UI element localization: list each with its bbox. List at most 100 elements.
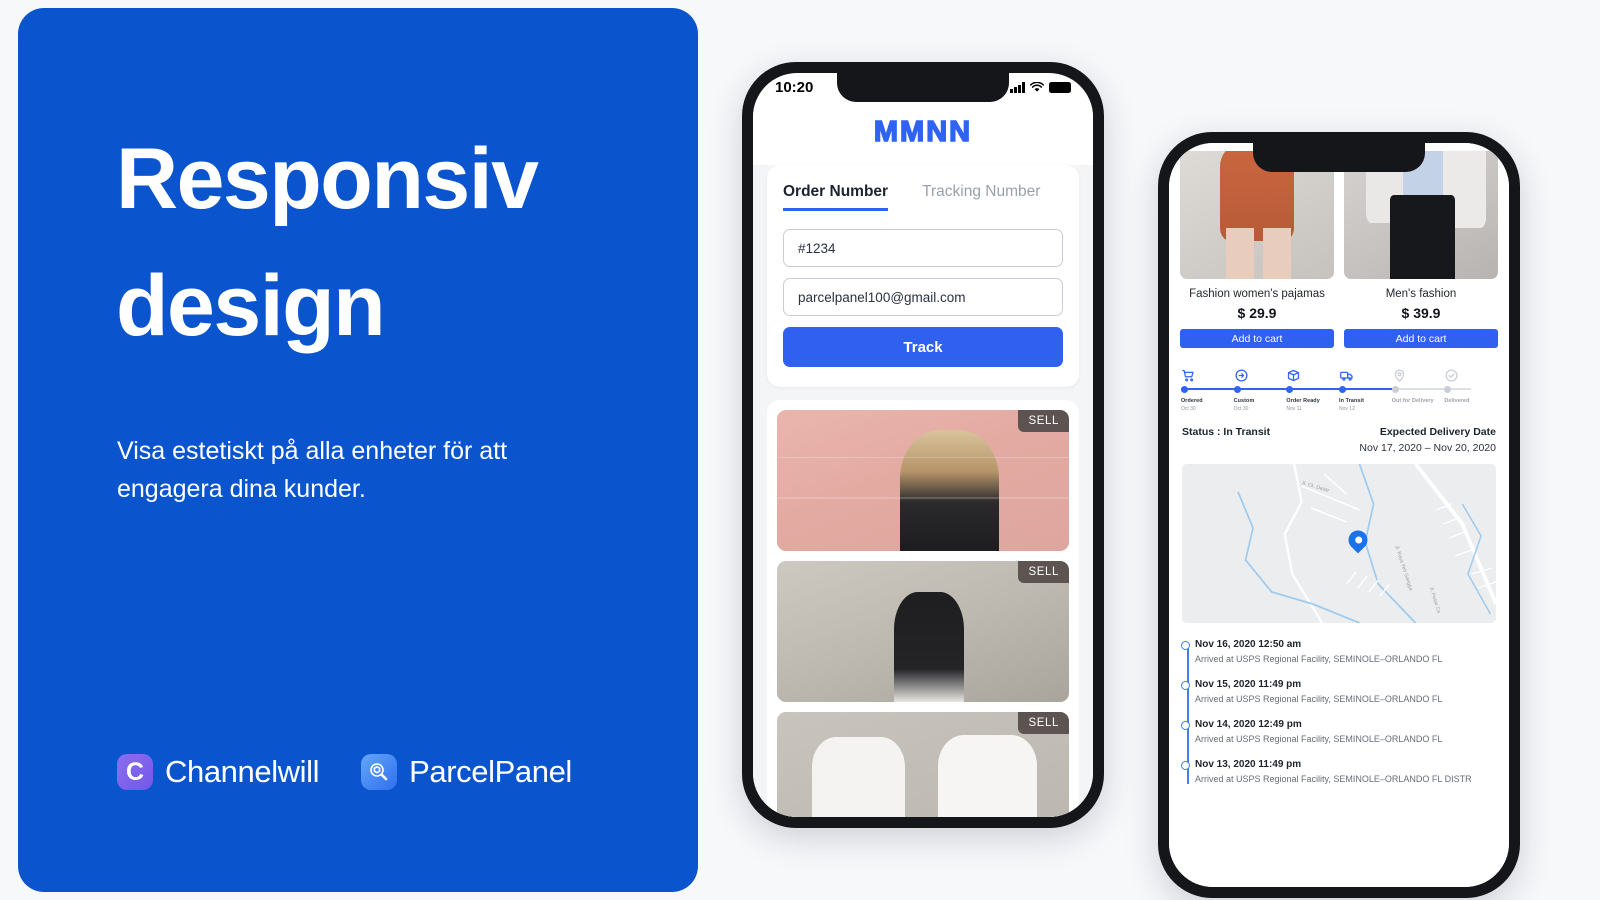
tab-tracking-number[interactable]: Tracking Number xyxy=(922,183,1040,211)
step-custom: Custom Oct 30 xyxy=(1233,364,1287,412)
expected-delivery-range: Nov 17, 2020 – Nov 20, 2020 xyxy=(1359,441,1496,454)
step-dot xyxy=(1391,385,1399,393)
phone-two-screen: Fashion women's pajamas $ 29.9 Add to ca… xyxy=(1169,143,1509,887)
step-ordered: Ordered Oct 30 xyxy=(1181,364,1234,412)
store-logo: MMNN xyxy=(753,102,1093,165)
box-icon xyxy=(1286,364,1339,383)
signal-icon xyxy=(1010,82,1025,93)
page-title: Responsiv design xyxy=(116,131,539,355)
timeline-dot xyxy=(1181,760,1190,770)
progress-steps: Ordered Oct 30 Custom Oct 30 Order Ready… xyxy=(1181,364,1497,412)
status-badge: Status : In Transit xyxy=(1182,425,1271,438)
track-button[interactable]: Track xyxy=(783,327,1063,367)
truck-icon xyxy=(1339,364,1392,383)
timeline-dot xyxy=(1181,680,1190,690)
timeline-description: Arrived at USPS Regional Facility, SEMIN… xyxy=(1195,693,1443,704)
expected-delivery-title: Expected Delivery Date xyxy=(1379,425,1496,438)
step-date: Oct 30 xyxy=(1181,405,1196,412)
brand-logos: C Channelwill ParcelPanel xyxy=(117,754,572,790)
tab-order-number[interactable]: Order Number xyxy=(783,183,889,211)
timeline-description: Arrived at USPS Regional Facility, SEMIN… xyxy=(1195,733,1443,744)
expected-delivery: Expected Delivery Date Nov 17, 2020 – No… xyxy=(1359,426,1496,454)
product-price: $ 39.9 xyxy=(1401,305,1441,321)
product-list: SELL SELL SELL xyxy=(767,400,1079,817)
step-label: Delivered xyxy=(1444,398,1470,404)
timeline-time: Nov 13, 2020 11:49 pm xyxy=(1195,758,1302,770)
status-bar-time: 10:20 xyxy=(775,79,814,96)
tracking-form-card: Order Number Tracking Number #1234 parce… xyxy=(767,165,1079,387)
step-label: Out for Delivery xyxy=(1391,398,1434,404)
parcelpanel-label: ParcelPanel xyxy=(409,754,572,789)
timeline-time: Nov 15, 2020 11:49 pm xyxy=(1195,678,1302,690)
battery-icon xyxy=(1049,82,1071,93)
channelwill-c-icon: C xyxy=(117,754,153,790)
wifi-icon xyxy=(1030,82,1044,92)
timeline-item: Nov 15, 2020 11:49 pm Arrived at USPS Re… xyxy=(1181,678,1496,704)
product-price: $ 29.9 xyxy=(1237,305,1277,321)
timeline-dot xyxy=(1181,720,1190,730)
logo-channelwill: C Channelwill xyxy=(117,754,320,790)
step-label: Order Ready xyxy=(1286,398,1320,404)
product-image-3[interactable]: SELL xyxy=(777,712,1069,817)
timeline-description: Arrived at USPS Regional Facility, SEMIN… xyxy=(1195,773,1472,784)
step-dot xyxy=(1444,385,1452,393)
form-tabs: Order Number Tracking Number xyxy=(783,183,1063,211)
timeline-item: Nov 14, 2020 12:49 pm Arrived at USPS Re… xyxy=(1181,718,1496,744)
step-label: In Transit xyxy=(1339,398,1364,404)
product-card-1: Fashion women's pajamas $ 29.9 Add to ca… xyxy=(1180,151,1334,348)
step-dot xyxy=(1339,385,1347,393)
step-dot xyxy=(1233,385,1241,393)
step-date: Nov 12 xyxy=(1339,405,1355,412)
email-input[interactable]: parcelpanel100@gmail.com xyxy=(783,278,1063,316)
phone-two-content: Fashion women's pajamas $ 29.9 Add to ca… xyxy=(1169,143,1509,887)
phone-notch xyxy=(1253,143,1425,172)
timeline-time: Nov 14, 2020 12:49 pm xyxy=(1195,718,1302,730)
phone-mockup-tracking-form: 10:20 MMNN Order Number Tracking Number … xyxy=(742,62,1104,828)
hero-panel: Responsiv design Visa estetiskt på alla … xyxy=(18,8,698,892)
order-number-input[interactable]: #1234 xyxy=(783,229,1063,267)
arrow-circle-icon xyxy=(1234,364,1287,383)
step-dot xyxy=(1181,385,1188,393)
magnifier-box-icon xyxy=(361,754,398,790)
sell-badge: SELL xyxy=(1018,410,1069,432)
step-in-transit: In Transit Nov 12 xyxy=(1339,364,1392,412)
check-circle-icon xyxy=(1444,364,1497,383)
status-bar: 10:20 xyxy=(753,73,1093,102)
step-label: Custom xyxy=(1233,398,1255,404)
add-to-cart-button[interactable]: Add to cart xyxy=(1180,329,1334,348)
product-card-2: Men's fashion $ 39.9 Add to cart xyxy=(1344,151,1498,348)
timeline-item: Nov 13, 2020 11:49 pm Arrived at USPS Re… xyxy=(1181,758,1496,784)
step-delivered: Delivered xyxy=(1444,364,1497,412)
status-bar-icons xyxy=(1010,82,1071,93)
cart-icon xyxy=(1181,364,1234,383)
product-image-2[interactable]: SELL xyxy=(777,561,1069,702)
step-date: Oct 30 xyxy=(1233,405,1249,412)
logo-parcelpanel: ParcelPanel xyxy=(361,754,572,790)
fulfillment-progress: Ordered Oct 30 Custom Oct 30 Order Ready… xyxy=(1169,348,1509,412)
sell-badge: SELL xyxy=(1018,712,1069,734)
add-to-cart-button[interactable]: Add to cart xyxy=(1344,329,1498,348)
tracking-timeline: Nov 16, 2020 12:50 am Arrived at USPS Re… xyxy=(1169,623,1509,784)
product-name: Fashion women's pajamas xyxy=(1189,288,1325,300)
product-name: Men's fashion xyxy=(1385,288,1457,300)
hero-subtitle: Visa estetiskt på alla enheter för att e… xyxy=(117,437,508,503)
step-dot xyxy=(1286,385,1294,393)
pin-icon xyxy=(1392,364,1445,383)
product-image-1[interactable]: SELL xyxy=(777,410,1069,551)
product-grid: Fashion women's pajamas $ 29.9 Add to ca… xyxy=(1169,143,1509,348)
phone-one-screen: 10:20 MMNN Order Number Tracking Number … xyxy=(753,73,1093,817)
timeline-dot xyxy=(1181,640,1190,650)
timeline-item: Nov 16, 2020 12:50 am Arrived at USPS Re… xyxy=(1181,638,1496,664)
phone-mockup-tracking-detail: Fashion women's pajamas $ 29.9 Add to ca… xyxy=(1158,132,1520,898)
timeline-description: Arrived at USPS Regional Facility, SEMIN… xyxy=(1195,653,1443,664)
step-out-for-delivery: Out for Delivery xyxy=(1391,364,1445,412)
sell-badge: SELL xyxy=(1018,561,1069,583)
status-summary: Status : In Transit Expected Delivery Da… xyxy=(1169,412,1509,464)
step-label: Ordered xyxy=(1181,398,1203,404)
timeline-time: Nov 16, 2020 12:50 am xyxy=(1195,638,1302,650)
map-graphic xyxy=(1182,463,1496,623)
step-date: Nov 11 xyxy=(1286,405,1302,412)
delivery-map[interactable]: Jl. Ck. Dasar Jl. Raya Yeh Gangga Jl. Pa… xyxy=(1182,463,1496,623)
step-order-ready: Order Ready Nov 11 xyxy=(1286,364,1339,412)
channelwill-label: Channelwill xyxy=(165,754,320,789)
